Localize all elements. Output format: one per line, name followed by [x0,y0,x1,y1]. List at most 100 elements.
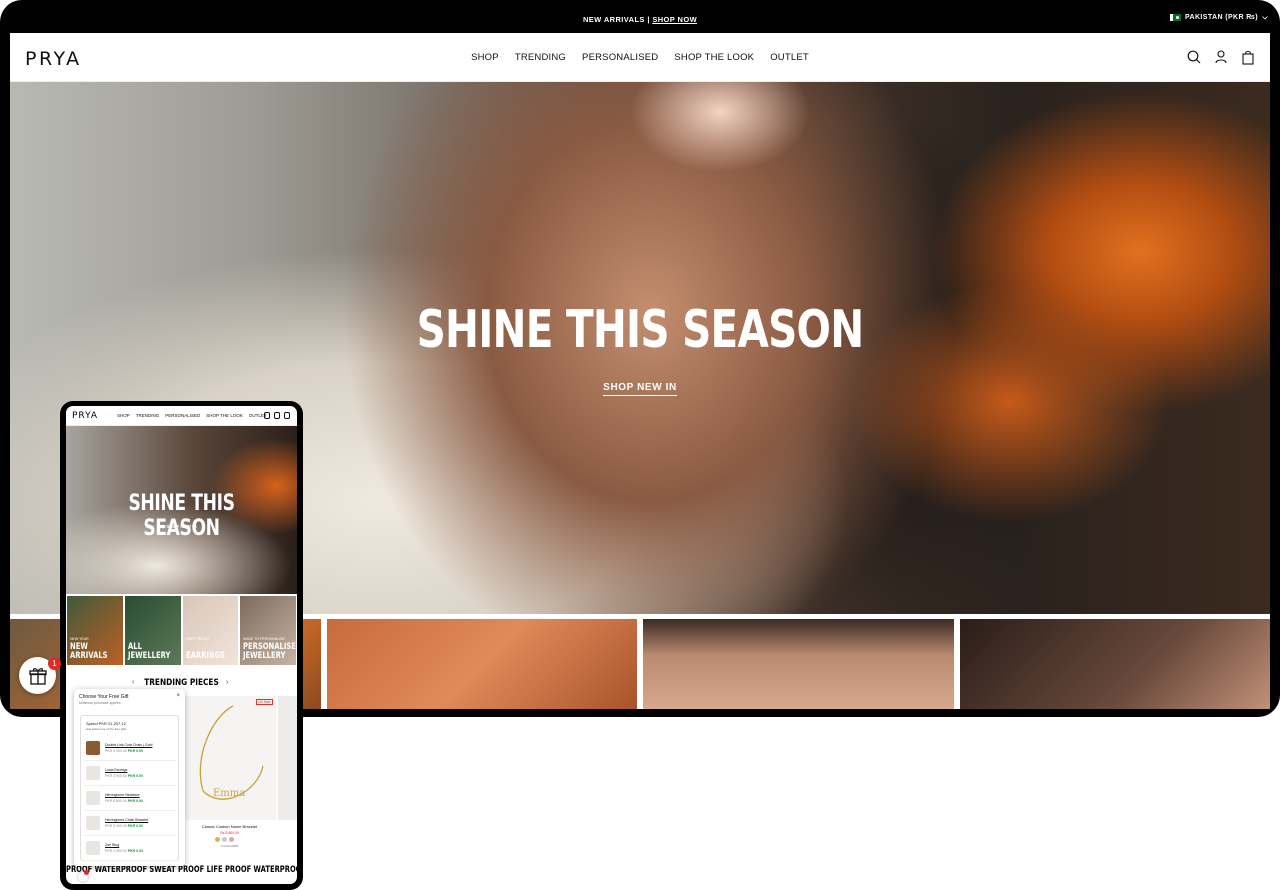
announcement-bar: NEW ARRIVALS | SHOP NOW PAKISTAN (PKR ₨) [0,0,1280,33]
gift-item-thumbnail [86,841,100,855]
swatch-rose[interactable] [229,837,234,842]
tablet-category-all-jewellery[interactable]: ALL JEWELLERY [124,596,181,665]
nav-item-shop[interactable]: SHOP [471,52,499,63]
svg-text:Emma: Emma [213,788,245,799]
bracelet-image: Emma [199,705,264,800]
account-icon[interactable] [1214,49,1228,65]
tablet-category-earrings[interactable]: PARTY READY EARRINGS [182,596,239,665]
tablet-product-image-2[interactable] [278,696,297,820]
pakistan-flag-icon [1169,14,1181,21]
gift-item[interactable]: Herringbone Necklace PKR 6,800.00 PKR 0.… [84,786,177,811]
nav-item-outlet[interactable]: OUTLET [770,52,809,63]
country-label: PAKISTAN (PKR ₨) [1184,14,1258,21]
sale-badge: On Sale [256,699,273,705]
gift-spend-text: Spend PKR 21,207.12 [86,721,126,726]
category-tile-4[interactable] [959,619,1270,709]
tablet-account-icon[interactable] [274,412,280,419]
swatch-silver[interactable] [222,837,227,842]
search-icon[interactable] [1187,49,1201,65]
gift-popup-subtitle: Minimum purchase applies [79,701,121,705]
gift-select-text: and select one of the free gifts [86,727,127,731]
gift-item[interactable]: Lucia Earrings PKR 3,900.00 PKR 0.00 [84,761,177,786]
tablet-category-personalised[interactable]: MADE TO PERSONALISE PERSONALISED JEWELLE… [240,596,297,665]
tablet-category-new-arrivals[interactable]: NEW YEAR NEW ARRIVALS [67,596,123,665]
tablet-cart-icon[interactable] [284,412,290,419]
category-kicker: NEW YEAR [70,637,89,641]
gift-item-price: PKR 6,800.00 PKR 0.00 [105,799,143,803]
tablet-header: PRYA SHOP TRENDING PERSONALISED SHOP THE… [66,406,297,426]
gift-item[interactable]: Double Link Curb Chain | Gold PKR 9,000.… [84,736,177,761]
gift-item-name[interactable]: Zoe Ring [105,843,119,847]
tablet-categories: NEW YEAR NEW ARRIVALS ALL JEWELLERY PART… [67,596,297,665]
chevron-right-icon[interactable]: › [226,679,228,686]
gift-item-price: PKR 9,000.00 PKR 0.00 [105,749,143,753]
category-label: NEW ARRIVALS [70,642,108,661]
category-kicker: PARTY READY [185,637,210,641]
tablet-search-icon[interactable] [264,412,270,419]
tablet-gift-badge [84,870,89,875]
gift-popup: Choose Your Free Gift Minimum purchase a… [74,689,185,866]
category-tile-3[interactable] [643,619,954,709]
nav-item-trending[interactable]: TRENDING [515,52,566,63]
announcement-label: NEW ARRIVALS | [582,15,650,24]
gift-item-thumbnail [86,741,100,755]
tablet-hero: SHINE THIS SEASON SHOP NEW IN [66,426,297,594]
gift-item-name[interactable]: Herringbone Chain Bracelet [105,818,148,822]
hero-cta[interactable]: SHOP NEW IN [10,382,1270,396]
gift-item[interactable]: Herringbone Chain Bracelet PKR 5,300.00 … [84,811,177,836]
tablet-hero-cta[interactable]: SHOP NEW IN [66,524,297,529]
tablet-nav: SHOP TRENDING PERSONALISED SHOP THE LOOK… [117,413,267,418]
swatch-gold[interactable] [215,837,220,842]
tablet-nav-trending[interactable]: TRENDING [136,413,160,418]
page: NEW ARRIVALS | SHOP NOW PAKISTAN (PKR ₨)… [0,0,1280,890]
category-label: PERSONALISED JEWELLERY [243,642,297,661]
gift-items: Double Link Curb Chain | Gold PKR 9,000.… [84,736,177,861]
tablet-brand-logo[interactable]: PRYA [72,411,98,421]
gift-item-price: PKR 2,900.00 PKR 0.00 [105,849,143,853]
cart-icon[interactable] [1241,49,1255,65]
tablet-nav-shop-the-look[interactable]: SHOP THE LOOK [206,413,243,418]
product-name[interactable]: Classic Custom Name Bracelet [183,824,276,829]
main-nav: SHOP TRENDING PERSONALISED SHOP THE LOOK… [10,52,1270,63]
gift-item-price: PKR 3,900.00 PKR 0.00 [105,774,143,778]
category-label: EARRINGS [185,651,225,661]
hero-cta-label: SHOP NEW IN [603,382,677,396]
product-price: Rs.5,660.00 [220,831,239,835]
tablet-screen: PRYA SHOP TRENDING PERSONALISED SHOP THE… [66,406,297,884]
announcement-shop-now-link[interactable]: SHOP NOW [652,15,697,24]
tablet-device-frame: PRYA SHOP TRENDING PERSONALISED SHOP THE… [60,401,303,890]
category-kicker: MADE TO PERSONALISE [243,637,285,641]
tablet-trending-title: TRENDING PIECES [144,678,219,688]
gift-item-name[interactable]: Herringbone Necklace [105,793,140,797]
gift-item-thumbnail [86,766,100,780]
gift-item-thumbnail [86,816,100,830]
tablet-nav-personalised[interactable]: PERSONALISED [165,413,200,418]
gift-popup-title: Choose Your Free Gift [79,694,129,700]
tablet-hero-title: SHINE THIS SEASON [128,491,235,541]
category-label: ALL JEWELLERY [127,642,171,661]
hero-title: SHINE THIS SEASON [416,300,865,360]
tablet-header-icons [264,412,290,419]
category-tile-2[interactable] [326,619,637,709]
gift-popup-box: Spend PKR 21,207.12 and select one of th… [80,715,179,861]
gift-item-price: PKR 5,300.00 PKR 0.00 [105,824,143,828]
nav-item-shop-the-look[interactable]: SHOP THE LOOK [674,52,754,63]
site-header: PRYA SHOP TRENDING PERSONALISED SHOP THE… [10,33,1270,82]
product-swatches [215,837,234,842]
country-selector[interactable]: PAKISTAN (PKR ₨) [1169,14,1268,21]
gift-icon [28,667,47,685]
tablet-nav-shop[interactable]: SHOP [117,413,130,418]
product-colors-label: 3 COLOURS [220,844,239,848]
announcement-text: NEW ARRIVALS | SHOP NOW [0,15,1280,24]
tablet-marquee: PROOF WATERPROOF SWEAT PROOF LIFE PROOF … [66,865,297,875]
gift-item[interactable]: Zoe Ring PKR 2,900.00 PKR 0.00 [84,836,177,861]
close-icon[interactable]: × [176,693,180,699]
gift-badge: 1 [48,657,61,670]
chevron-down-icon [1262,15,1268,20]
gift-item-name[interactable]: Double Link Curb Chain | Gold [105,743,152,747]
nav-item-personalised[interactable]: PERSONALISED [582,52,658,63]
gift-item-name[interactable]: Lucia Earrings [105,768,127,772]
header-icons [1187,49,1255,65]
gift-item-thumbnail [86,791,100,805]
tablet-product-image[interactable]: Emma [183,696,276,820]
